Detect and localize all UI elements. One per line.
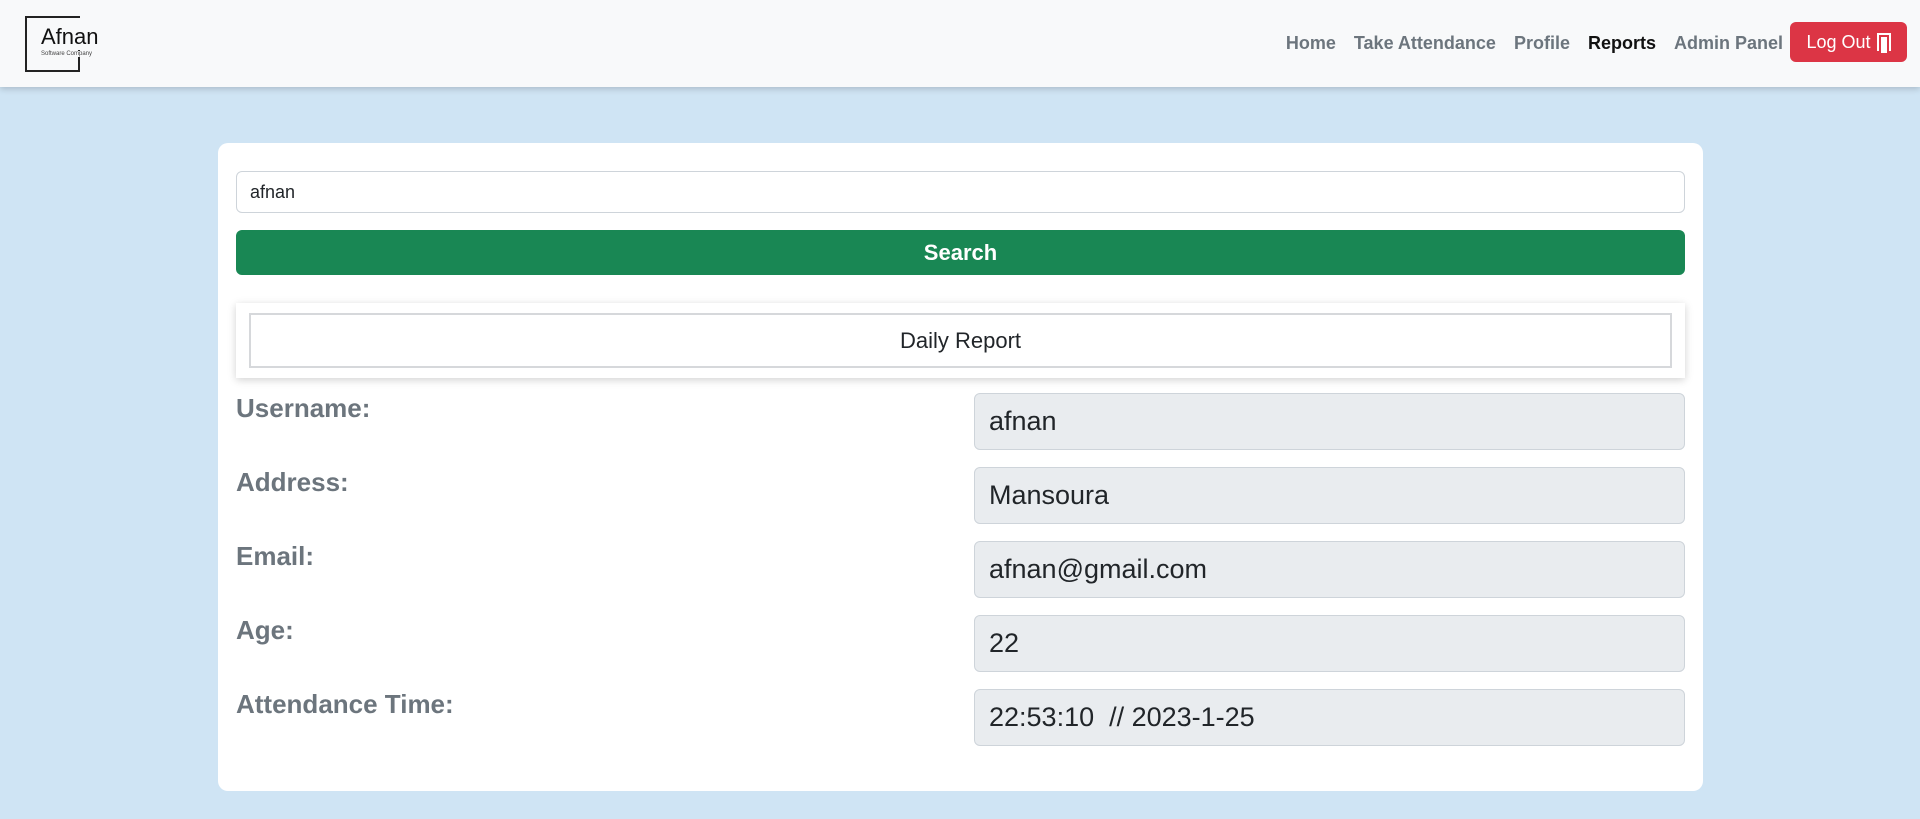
address-label: Address:	[236, 467, 349, 497]
main-nav: Home Take Attendance Profile Reports Adm…	[1268, 0, 1783, 87]
username-label: Username:	[236, 393, 371, 423]
door-icon	[1876, 33, 1891, 53]
daily-report-header: Daily Report	[236, 303, 1685, 378]
nav-profile[interactable]: Profile	[1514, 33, 1570, 54]
report-card: Search Daily Report Username: afnan Addr…	[218, 143, 1703, 791]
search-input[interactable]	[236, 171, 1685, 213]
nav-home[interactable]: Home	[1286, 33, 1336, 54]
search-button[interactable]: Search	[236, 230, 1685, 275]
nav-reports[interactable]: Reports	[1588, 33, 1656, 54]
email-label: Email:	[236, 541, 315, 571]
email-value: afnan@gmail.com	[974, 541, 1685, 598]
username-value: afnan	[974, 393, 1685, 450]
nav-admin-panel[interactable]: Admin Panel	[1674, 33, 1783, 54]
attendance-time-value: 22:53:10 // 2023-1-25	[974, 689, 1685, 746]
nav-take-attendance[interactable]: Take Attendance	[1354, 33, 1496, 54]
top-navbar: Afnan Software Company Home Take Attenda…	[0, 0, 1920, 87]
logout-label: Log Out	[1806, 31, 1871, 52]
brand-name: Afnan	[41, 24, 101, 49]
address-value: Mansoura	[974, 467, 1685, 524]
attendance-time-label: Attendance Time:	[236, 689, 454, 719]
daily-report-title: Daily Report	[249, 313, 1672, 368]
logout-button[interactable]: Log Out	[1790, 22, 1907, 62]
age-value: 22	[974, 615, 1685, 672]
brand-tagline: Software Company	[41, 51, 93, 57]
age-label: Age:	[236, 615, 294, 645]
brand-logo[interactable]: Afnan Software Company	[25, 16, 101, 72]
